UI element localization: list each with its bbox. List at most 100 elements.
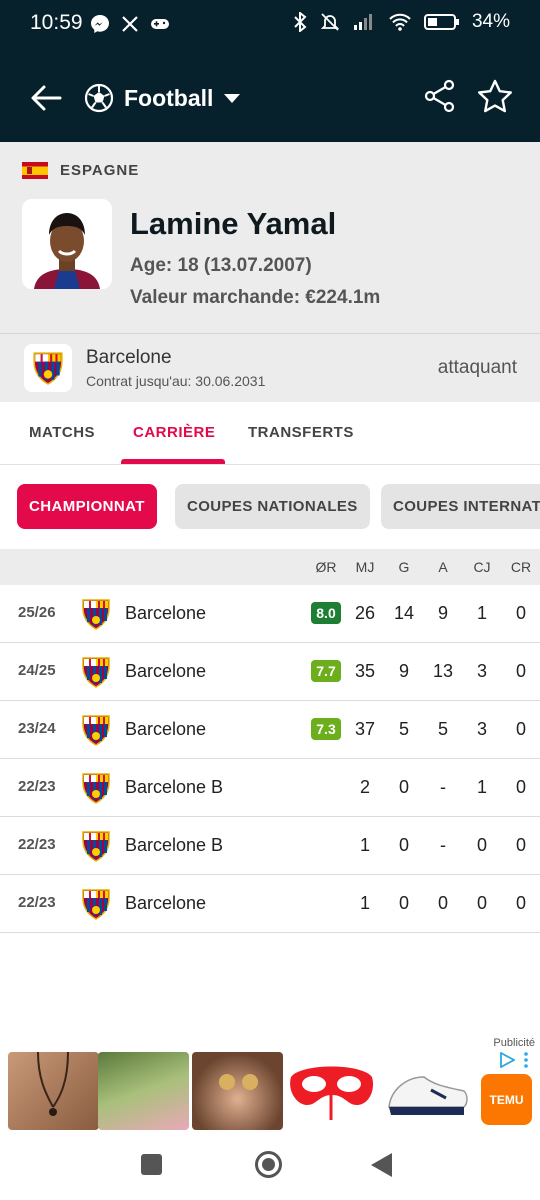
- back-button[interactable]: [371, 1153, 392, 1177]
- stats-table-header: ØR MJ G A CJ CR: [0, 549, 540, 585]
- country: ESPAGNE: [22, 162, 139, 179]
- ad-banner[interactable]: Publicité TEMU: [0, 1034, 540, 1132]
- table-row[interactable]: 25/26 Barcelone 8.0 26 14 9 1 0: [0, 585, 540, 643]
- sport-title: Football: [124, 84, 214, 111]
- cell-red-cards: 0: [515, 893, 526, 913]
- cell-red-cards: 0: [515, 777, 526, 797]
- club-name: Barcelone: [125, 661, 207, 681]
- cell-yellow-cards: 1: [476, 603, 487, 623]
- temu-brand: TEMU: [489, 1092, 524, 1107]
- messenger-icon: [91, 15, 109, 33]
- cell-yellow-cards: 0: [476, 835, 487, 855]
- cell-assists: 5: [437, 719, 448, 739]
- header-matches: MJ: [355, 559, 375, 575]
- header-assists: A: [438, 559, 448, 575]
- cell-goals: 0: [398, 893, 409, 913]
- ad-product-dress[interactable]: [98, 1052, 189, 1130]
- chip-coupes-nationales[interactable]: COUPES NATIONALES: [175, 484, 370, 529]
- cell-matches: 37: [354, 719, 376, 739]
- home-button[interactable]: [255, 1151, 282, 1178]
- x-icon: [122, 16, 138, 32]
- club-logo: [24, 344, 72, 392]
- barcelona-crest-icon: [80, 888, 112, 920]
- barcelona-crest-icon: [80, 598, 112, 630]
- barcelona-crest-icon: [33, 352, 63, 385]
- ad-product-sneakers[interactable]: [381, 1052, 472, 1130]
- chip-coupes-internationales[interactable]: COUPES INTERNATIONALES: [381, 484, 540, 529]
- active-tab-indicator: [121, 459, 225, 464]
- app-bar: Football: [0, 48, 540, 142]
- back-arrow-icon[interactable]: [26, 78, 66, 118]
- rating-badge: 8.0: [311, 602, 341, 624]
- season: 22/23: [18, 778, 56, 795]
- table-row[interactable]: 22/23 Barcelone B 1 0 - 0 0: [0, 817, 540, 875]
- cell-matches: 1: [359, 835, 370, 855]
- competition-filter: CHAMPIONNAT COUPES NATIONALES COUPES INT…: [0, 465, 540, 547]
- cell-red-cards: 0: [515, 719, 526, 739]
- cell-assists: 9: [437, 603, 448, 623]
- header-rating: ØR: [315, 559, 337, 575]
- cell-goals: 9: [398, 661, 409, 681]
- cell-assists: -: [440, 777, 446, 797]
- tab-carriere[interactable]: CARRIÈRE: [133, 424, 215, 441]
- player-age: Age: 18 (13.07.2007): [130, 255, 312, 276]
- player-position: attaquant: [437, 357, 517, 378]
- table-row[interactable]: 22/23 Barcelone 1 0 0 0 0: [0, 875, 540, 933]
- cell-assists: 0: [437, 893, 448, 913]
- favorite-star-icon[interactable]: [476, 78, 514, 116]
- header-red-cards: CR: [510, 559, 532, 575]
- ad-product-vr-mask[interactable]: [286, 1052, 377, 1130]
- temu-logo[interactable]: TEMU: [481, 1074, 532, 1125]
- gamepad-icon: [151, 19, 169, 29]
- battery-icon: [423, 14, 459, 30]
- player-header: ESPAGNE Lamine Yamal Age: 18 (13.07.2007…: [0, 142, 540, 334]
- cell-matches: 35: [354, 661, 376, 681]
- cell-red-cards: 0: [515, 661, 526, 681]
- cell-red-cards: 0: [515, 835, 526, 855]
- status-time: 10:59: [30, 11, 83, 34]
- club-name: Barcelone: [86, 347, 172, 368]
- tab-matchs[interactable]: MATCHS: [29, 424, 95, 441]
- chip-championnat[interactable]: CHAMPIONNAT: [17, 484, 157, 529]
- rating-badge: 7.3: [311, 718, 341, 740]
- recents-button[interactable]: [141, 1154, 162, 1175]
- player-photo: [22, 199, 112, 289]
- table-row[interactable]: 23/24 Barcelone 7.3 37 5 5 3 0: [0, 701, 540, 759]
- cell-goals: 0: [398, 835, 409, 855]
- sport-selector[interactable]: Football: [84, 78, 241, 118]
- bell-muted-icon: [320, 13, 340, 31]
- share-icon[interactable]: [422, 78, 458, 114]
- club-row[interactable]: Barcelone Contrat jusqu'au: 30.06.2031 a…: [0, 334, 540, 402]
- status-bar: 10:59 34%: [0, 0, 540, 48]
- ad-product-earrings[interactable]: [192, 1052, 283, 1130]
- barcelona-crest-icon: [80, 830, 112, 862]
- club-contract: Contrat jusqu'au: 30.06.2031: [86, 373, 266, 389]
- season: 22/23: [18, 894, 56, 911]
- ad-product-necklace[interactable]: [8, 1052, 99, 1130]
- season: 22/23: [18, 836, 56, 853]
- header-yellow-cards: CJ: [473, 559, 491, 575]
- cell-assists: -: [440, 835, 446, 855]
- signal-icon: [353, 14, 372, 30]
- table-row[interactable]: 24/25 Barcelone 7.7 35 9 13 3 0: [0, 643, 540, 701]
- club-name: Barcelone: [125, 719, 207, 739]
- table-row[interactable]: 22/23 Barcelone B 2 0 - 1 0: [0, 759, 540, 817]
- season: 25/26: [18, 604, 56, 621]
- cell-yellow-cards: 0: [476, 893, 487, 913]
- club-name: Barcelone: [125, 603, 207, 623]
- season: 24/25: [18, 662, 56, 679]
- bluetooth-icon: [294, 12, 307, 32]
- cell-yellow-cards: 3: [476, 719, 487, 739]
- cell-goals: 14: [393, 603, 415, 623]
- system-nav-bar: [0, 1134, 540, 1200]
- cell-assists: 13: [432, 661, 454, 681]
- barcelona-crest-icon: [80, 656, 112, 688]
- country-name: ESPAGNE: [60, 162, 140, 179]
- ad-choices-icon[interactable]: [499, 1052, 515, 1068]
- player-market-value: Valeur marchande: €224.1m: [130, 287, 381, 308]
- system-icons: 34%: [292, 11, 510, 33]
- chevron-down-icon: [224, 94, 241, 103]
- tab-transferts[interactable]: TRANSFERTS: [248, 424, 354, 441]
- ad-menu-icon[interactable]: [523, 1052, 529, 1068]
- tab-bar: MATCHS CARRIÈRE TRANSFERTS: [0, 402, 540, 465]
